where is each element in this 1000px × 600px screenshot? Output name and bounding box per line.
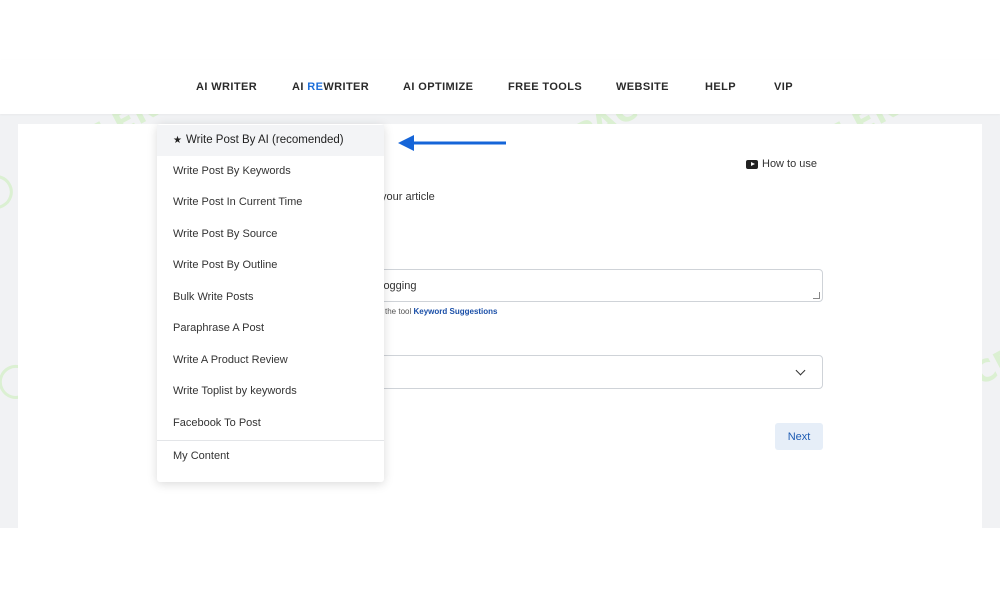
rewriter-dropdown-menu: ★ Write Post By AI (recomended) Write Pos… (157, 124, 384, 482)
nav-ai-rewriter[interactable]: AI REWRITER (292, 81, 369, 93)
how-to-use-label: How to use (762, 158, 818, 170)
how-to-use-link[interactable]: How to use (746, 158, 817, 170)
nav-vip[interactable]: VIP (774, 81, 793, 93)
menu-item-paraphrase-post[interactable]: Paraphrase A Post (157, 313, 384, 344)
resize-handle-icon[interactable] (813, 292, 820, 299)
left-arrow-icon (398, 135, 506, 151)
article-hint-text: your article (381, 191, 435, 203)
keyword-tool-note: the tool Keyword Suggestions (385, 307, 498, 316)
menu-item-write-post-by-source[interactable]: Write Post By Source (157, 219, 384, 250)
nav-ai-writer[interactable]: AI WRITER (196, 81, 257, 93)
menu-item-write-post-current-time[interactable]: Write Post In Current Time (157, 187, 384, 218)
menu-item-my-content[interactable]: My Content (157, 441, 384, 472)
keyword-suggestions-link[interactable]: Keyword Suggestions (413, 307, 497, 316)
page-footer-space (0, 528, 1000, 600)
keyword-value: logging (381, 280, 417, 292)
menu-item-facebook-to-post[interactable]: Facebook To Post (157, 408, 384, 439)
youtube-play-icon (746, 159, 758, 169)
next-button[interactable]: Next (775, 423, 823, 450)
nav-free-tools[interactable]: FREE TOOLS (508, 81, 582, 93)
nav-help[interactable]: HELP (705, 81, 736, 93)
menu-item-write-post-by-ai[interactable]: ★ Write Post By AI (recomended) (157, 125, 384, 156)
menu-item-toplist-by-keywords[interactable]: Write Toplist by keywords (157, 376, 384, 407)
menu-item-bulk-write-posts[interactable]: Bulk Write Posts (157, 282, 384, 313)
top-navigation: AI WRITER AI REWRITER AI OPTIMIZE FREE T… (0, 60, 1000, 114)
menu-item-product-review[interactable]: Write A Product Review (157, 345, 384, 376)
menu-item-write-post-by-outline[interactable]: Write Post By Outline (157, 250, 384, 281)
menu-item-write-post-by-keywords[interactable]: Write Post By Keywords (157, 156, 384, 187)
chevron-down-icon (795, 365, 806, 376)
nav-ai-optimize[interactable]: AI OPTIMIZE (403, 81, 473, 93)
nav-website[interactable]: WEBSITE (616, 81, 669, 93)
sparkle-star-icon: ★ (173, 135, 182, 146)
